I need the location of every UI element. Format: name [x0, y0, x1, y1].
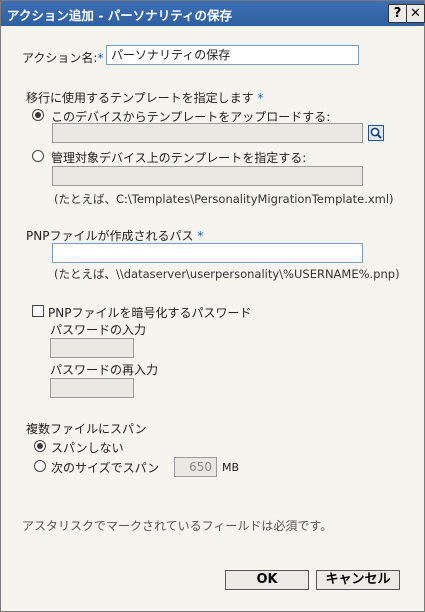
close-button[interactable]: ✕ [406, 4, 425, 23]
encrypt-checkbox[interactable] [32, 305, 44, 317]
cancel-button[interactable]: キャンセル [316, 570, 400, 590]
upload-template-input[interactable] [52, 123, 363, 143]
magnifier-icon [370, 127, 382, 139]
browse-button[interactable] [368, 125, 384, 141]
span-size-unit: MB [222, 461, 240, 474]
reenter-password-input[interactable] [50, 378, 134, 398]
pnp-path-label-text: PNPファイルが作成されるパス [26, 229, 194, 243]
span-size-value: 650 [189, 460, 212, 474]
managed-template-input[interactable] [52, 166, 363, 186]
upload-template-radio[interactable] [32, 109, 44, 121]
required-note: アスタリスクでマークされているフィールドは必須です。 [22, 519, 333, 533]
close-icon: ✕ [410, 6, 421, 21]
action-name-input[interactable]: パーソナリティの保存 [106, 45, 359, 65]
managed-template-radio[interactable] [32, 150, 44, 162]
pnp-path-example: (たとえば、\\dataserver\userpersonality\%USER… [54, 267, 400, 281]
required-asterisk: * [257, 91, 264, 105]
required-asterisk: * [97, 51, 104, 65]
reenter-password-label: パスワードの再入力 [50, 363, 159, 377]
radio-selected-dot [35, 112, 41, 118]
template-section-label-text: 移行に使用するテンプレートを指定します [26, 91, 254, 105]
no-span-label: スパンしない [51, 441, 124, 455]
help-button[interactable]: ? [388, 4, 407, 23]
no-span-radio[interactable] [34, 440, 46, 452]
question-icon: ? [393, 6, 402, 21]
action-name-label: アクション名:* [22, 49, 103, 66]
add-action-dialog: アクション追加 - パーソナリティの保存 ? ✕ アクション名:* パーソナリテ… [0, 0, 425, 612]
password-label: パスワードの入力 [50, 323, 147, 337]
radio-selected-dot [37, 443, 43, 449]
encrypt-label: PNPファイルを暗号化するパスワード [48, 306, 252, 320]
size-span-label: 次のサイズでスパン [51, 461, 160, 475]
password-input[interactable] [50, 338, 134, 358]
title-bar: アクション追加 - パーソナリティの保存 ? ✕ [1, 1, 425, 26]
pnp-path-input[interactable] [52, 243, 363, 263]
required-asterisk: * [197, 229, 204, 243]
template-section-label: 移行に使用するテンプレートを指定します * [26, 89, 263, 106]
action-name-label-text: アクション名: [22, 51, 98, 65]
size-span-radio[interactable] [34, 460, 46, 472]
pnp-path-label: PNPファイルが作成されるパス * [26, 227, 203, 244]
action-name-value: パーソナリティの保存 [111, 48, 231, 62]
managed-template-label: 管理対象デバイス上のテンプレートを指定する: [51, 151, 307, 165]
dialog-title: アクション追加 - パーソナリティの保存 [7, 8, 233, 23]
template-example: (たとえば、C:\Templates\PersonalityMigrationT… [54, 192, 394, 206]
ok-button[interactable]: OK [225, 570, 309, 590]
span-section-label: 複数ファイルにスパン [26, 422, 147, 436]
span-size-input[interactable]: 650 [174, 457, 217, 477]
